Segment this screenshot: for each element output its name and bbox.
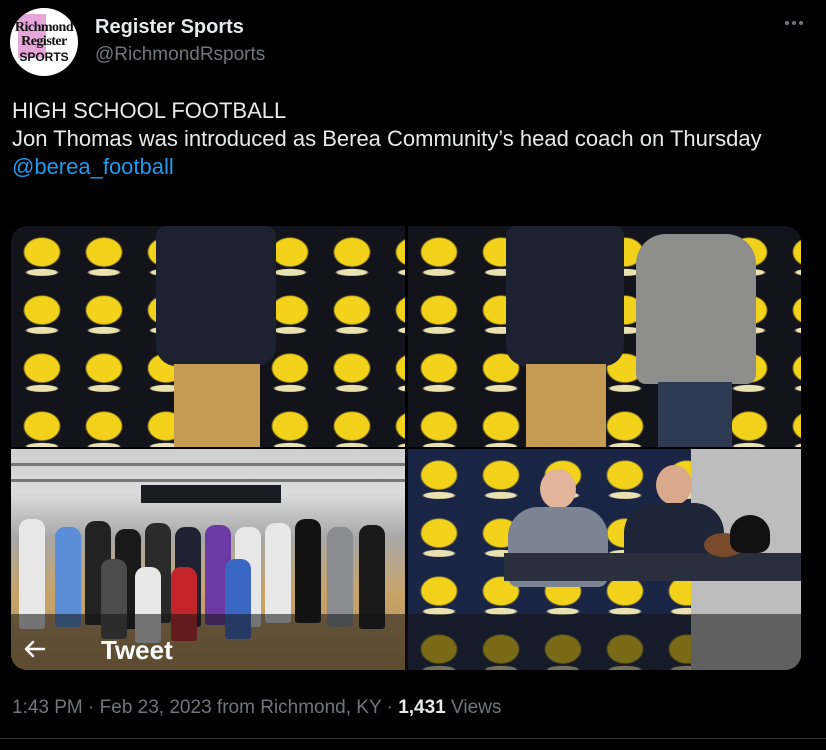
avatar-line-1: Richmond xyxy=(14,20,74,35)
divider xyxy=(0,738,826,739)
tweet-meta: 1:43 PM · Feb 23, 2023 from Richmond, KY… xyxy=(12,697,501,719)
meta-separator-2: · xyxy=(386,697,393,718)
more-horizontal-icon[interactable] xyxy=(780,12,808,40)
meta-separator: · xyxy=(88,697,95,718)
tweet-overlay-label[interactable]: Tweet xyxy=(101,635,173,666)
helmet xyxy=(730,515,770,553)
more-horizontal-icon-svg xyxy=(785,21,803,25)
tweet-line-1: HIGH SCHOOL FOOTBALL xyxy=(12,98,287,123)
arrow-left-icon-svg xyxy=(24,640,46,658)
photo-coach-with-official[interactable] xyxy=(408,226,801,447)
user-handle[interactable]: @RichmondRsports xyxy=(95,44,265,66)
coach-figure xyxy=(506,226,624,447)
tweet-time[interactable]: 1:43 PM xyxy=(12,697,83,718)
tweet-location: from Richmond, KY xyxy=(216,697,382,718)
official-figure xyxy=(636,226,756,447)
avatar-line-2: Register xyxy=(21,34,67,49)
arrow-left-icon[interactable] xyxy=(23,637,49,663)
tweet-line-2: Jon Thomas was introduced as Berea Commu… xyxy=(12,126,762,151)
press-table xyxy=(504,553,801,581)
views-count: 1,431 xyxy=(398,697,446,718)
avatar-line-3: SPORTS xyxy=(19,50,69,64)
display-name[interactable]: Register Sports xyxy=(95,16,244,39)
coach-figure xyxy=(156,226,276,447)
views-label: Views xyxy=(451,697,502,718)
tweet-date[interactable]: Feb 23, 2023 xyxy=(100,697,212,718)
media-grid: Tweet xyxy=(11,226,801,670)
avatar[interactable]: Richmond Register SPORTS xyxy=(10,8,78,76)
tweet-header: Richmond Register SPORTS Register Sports… xyxy=(10,8,816,78)
photo-coach-portrait[interactable] xyxy=(11,226,405,447)
mention-link[interactable]: @berea_football xyxy=(12,153,802,181)
tweet-text: HIGH SCHOOL FOOTBALL Jon Thomas was intr… xyxy=(12,97,802,181)
